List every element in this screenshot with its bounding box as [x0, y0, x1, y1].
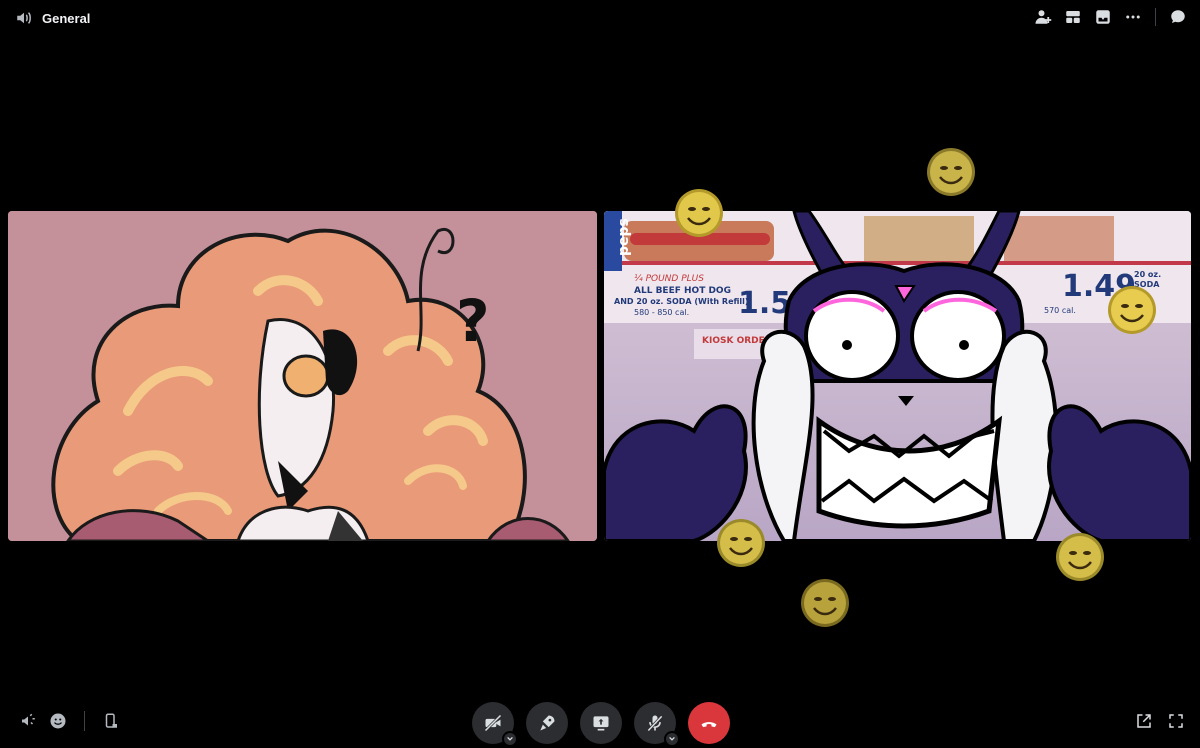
activity-button[interactable] — [526, 702, 568, 744]
video-tile-left[interactable]: ? — [8, 211, 597, 541]
chevron-down-icon[interactable] — [664, 731, 680, 747]
smile-emoji-face — [1055, 532, 1105, 582]
disconnect-button[interactable] — [688, 702, 730, 744]
emoji-icon[interactable] — [48, 711, 68, 731]
camera-off-icon — [484, 714, 502, 732]
menu-line-2: ALL BEEF HOT DOG — [634, 286, 731, 296]
mic-muted-icon — [647, 715, 663, 732]
mute-button[interactable] — [634, 702, 680, 747]
controls-divider — [84, 711, 85, 731]
question-mark-text: ? — [456, 287, 490, 355]
popout-icon[interactable] — [1134, 711, 1154, 731]
more-icon[interactable] — [1123, 7, 1143, 27]
fullscreen-icon[interactable] — [1166, 711, 1186, 731]
smile-emoji-face — [716, 518, 766, 568]
layout-grid-icon[interactable] — [1063, 7, 1083, 27]
chevron-down-icon[interactable] — [502, 731, 518, 747]
menu-line-1: ¼ POUND PLUS — [634, 274, 704, 284]
smile-emoji-face — [926, 147, 976, 197]
header-divider — [1155, 8, 1156, 26]
screen-share-button[interactable] — [580, 702, 622, 744]
stream-image-grinning-creature: peps ¼ POUND PLUS ALL BEEF HOT DOG AND 2… — [604, 211, 1191, 541]
device-icon[interactable] — [101, 711, 121, 731]
inbox-icon[interactable] — [1093, 7, 1113, 27]
menu-small-3: 570 cal. — [1044, 306, 1076, 315]
menu-small-1: 20 oz. — [1134, 270, 1161, 279]
rocket-icon — [540, 715, 555, 731]
speaker-icon — [14, 8, 34, 28]
call-header: General — [0, 0, 1200, 36]
channel-name: General — [42, 10, 91, 26]
video-tile-right[interactable]: peps ¼ POUND PLUS ALL BEEF HOT DOG AND 2… — [604, 211, 1191, 541]
stream-image-pink-hair: ? — [8, 211, 597, 541]
soundboard-icon[interactable] — [18, 711, 38, 731]
menu-cal: 580 - 850 cal. — [634, 308, 689, 317]
smile-emoji-face — [674, 188, 724, 238]
smile-emoji-face — [1107, 285, 1157, 335]
menu-line-3: AND 20 oz. SODA (With Refill) — [614, 297, 749, 306]
add-friend-icon[interactable] — [1033, 7, 1053, 27]
smile-emoji-face — [800, 578, 850, 628]
menu-logo-text: peps — [616, 218, 632, 256]
camera-off-button[interactable] — [472, 702, 518, 747]
hang-up-icon — [701, 722, 717, 728]
channel-header: General — [14, 8, 90, 28]
call-controls-bar — [0, 698, 1200, 748]
chat-icon[interactable] — [1168, 7, 1188, 27]
screen-share-icon — [593, 716, 609, 731]
